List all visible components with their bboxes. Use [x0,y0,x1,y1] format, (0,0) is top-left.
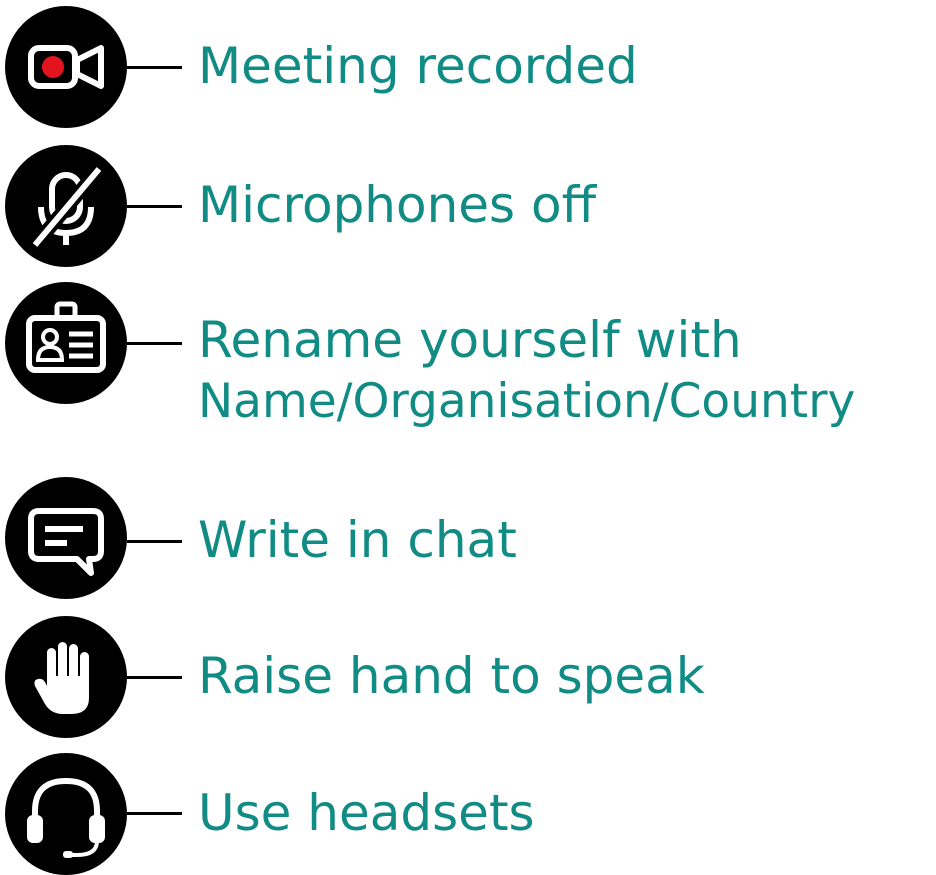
raised-hand-icon [5,616,127,738]
rule-label: Use headsets [198,785,535,841]
connector-line [127,812,182,815]
video-camera-record-icon [5,6,127,128]
rule-label-line: Use headsets [198,784,535,842]
microphone-off-icon [5,145,127,267]
connector-line [127,342,182,345]
rule-label: Meeting recorded [198,38,638,94]
chat-bubble-icon [5,477,127,599]
connector-line [127,66,182,69]
rule-label: Rename yourself with Name/Organisation/C… [198,312,855,430]
rule-label-line: Name/Organisation/Country [198,374,856,429]
rule-label-line: Meeting recorded [198,37,638,95]
rule-label: Raise hand to speak [198,648,705,704]
rule-label-line: Microphones off [198,176,597,234]
rule-label: Write in chat [198,512,517,568]
rule-label-line: Rename yourself with [198,311,742,369]
rule-label: Microphones off [198,177,596,233]
id-badge-icon [5,282,127,404]
connector-line [127,676,182,679]
connector-line [127,205,182,208]
rule-label-line: Raise hand to speak [198,647,705,705]
connector-line [127,540,182,543]
rule-label-line: Write in chat [198,511,517,569]
headset-icon [5,753,127,875]
